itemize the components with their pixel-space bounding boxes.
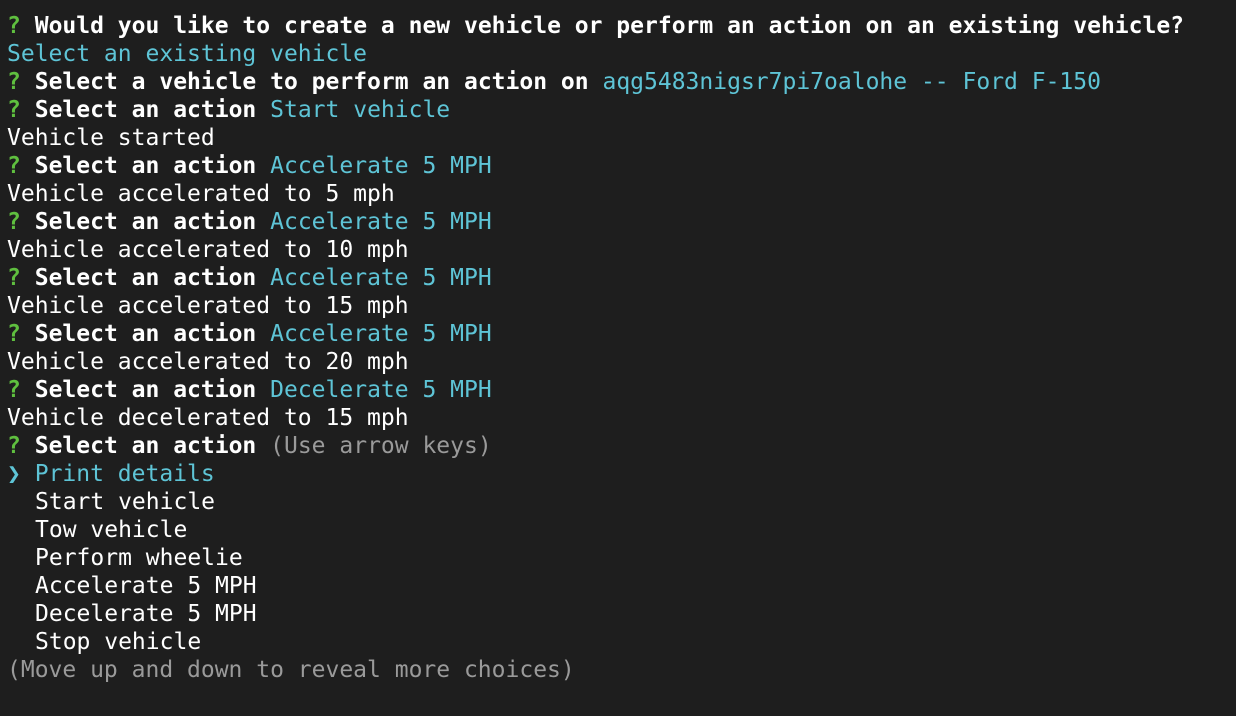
answer-text: Accelerate 5 MPH [270, 209, 492, 235]
question-mark-icon: ? [7, 153, 21, 179]
question-text: Select an action [34, 153, 257, 179]
question-text: Select an action [34, 97, 257, 123]
choice-label: Stop vehicle [35, 629, 202, 655]
choice-label: Accelerate 5 MPH [35, 573, 257, 599]
question-mark-icon: ? [7, 321, 21, 347]
prompt-line-select-vehicle: ? Select a vehicle to perform an action … [7, 68, 1236, 96]
prompt-line-action: ? Select an action Accelerate 5 MPH [7, 264, 1236, 292]
prompt-line-create-or-select: ? Would you like to create a new vehicle… [7, 12, 1236, 40]
choice-label: Tow vehicle [35, 517, 188, 543]
prompt-line-action: ? Select an action Accelerate 5 MPH [7, 208, 1236, 236]
choice-stop-vehicle[interactable]: Stop vehicle [7, 628, 1236, 656]
question-mark-icon: ? [7, 13, 21, 39]
result-line: Vehicle accelerated to 15 mph [7, 293, 409, 319]
question-mark-icon: ? [7, 97, 21, 123]
answer-text: Accelerate 5 MPH [270, 153, 492, 179]
question-mark-icon: ? [7, 69, 21, 95]
question-text: Select an action [34, 265, 257, 291]
prompt-line-action: ? Select an action Accelerate 5 MPH [7, 152, 1236, 180]
answer-text: Select an existing vehicle [7, 41, 368, 67]
choice-label: Start vehicle [35, 489, 216, 515]
choice-label: Perform wheelie [35, 545, 243, 571]
prompt-line-action: ? Select an action Accelerate 5 MPH [7, 320, 1236, 348]
choice-print-details[interactable]: ❯ Print details [7, 460, 1236, 488]
choice-tow-vehicle[interactable]: Tow vehicle [7, 516, 1236, 544]
prompt-line-action: ? Select an action Decelerate 5 MPH [7, 376, 1236, 404]
question-text: Select an action [34, 377, 257, 403]
choice-accelerate[interactable]: Accelerate 5 MPH [7, 572, 1236, 600]
prompt-line-action: ? Select an action Start vehicle [7, 96, 1236, 124]
answer-line: Select an existing vehicle [7, 40, 1236, 68]
answer-text: Accelerate 5 MPH [270, 265, 492, 291]
question-text: Would you like to create a new vehicle o… [34, 13, 1185, 39]
question-text: Select an action [34, 209, 257, 235]
choice-start-vehicle[interactable]: Start vehicle [7, 488, 1236, 516]
question-text: Select an action [34, 433, 257, 459]
choice-decelerate[interactable]: Decelerate 5 MPH [7, 600, 1236, 628]
question-text: Select a vehicle to perform an action on [34, 69, 589, 95]
question-mark-icon: ? [7, 377, 21, 403]
more-choices-hint: (Move up and down to reveal more choices… [7, 657, 575, 683]
answer-text: aqg5483nigsr7pi7oalohe -- Ford F-150 [602, 69, 1101, 95]
choice-label: Decelerate 5 MPH [35, 601, 257, 627]
result-line: Vehicle started [7, 125, 215, 151]
pointer-icon: ❯ [7, 461, 21, 487]
question-mark-icon: ? [7, 209, 21, 235]
question-text: Select an action [34, 321, 257, 347]
question-mark-icon: ? [7, 265, 21, 291]
question-mark-icon: ? [7, 433, 21, 459]
terminal-window: ? Would you like to create a new vehicle… [0, 0, 1236, 716]
result-line: Vehicle accelerated to 5 mph [7, 181, 395, 207]
result-line: Vehicle accelerated to 10 mph [7, 237, 409, 263]
choice-perform-wheelie[interactable]: Perform wheelie [7, 544, 1236, 572]
prompt-line-current: ? Select an action (Use arrow keys) [7, 432, 1236, 460]
answer-text: Start vehicle [270, 97, 451, 123]
choice-label: Print details [34, 461, 215, 487]
result-line: Vehicle decelerated to 15 mph [7, 405, 409, 431]
result-line: Vehicle accelerated to 20 mph [7, 349, 409, 375]
answer-text: Accelerate 5 MPH [270, 321, 492, 347]
arrow-keys-hint: (Use arrow keys) [270, 433, 492, 459]
answer-text: Decelerate 5 MPH [270, 377, 492, 403]
